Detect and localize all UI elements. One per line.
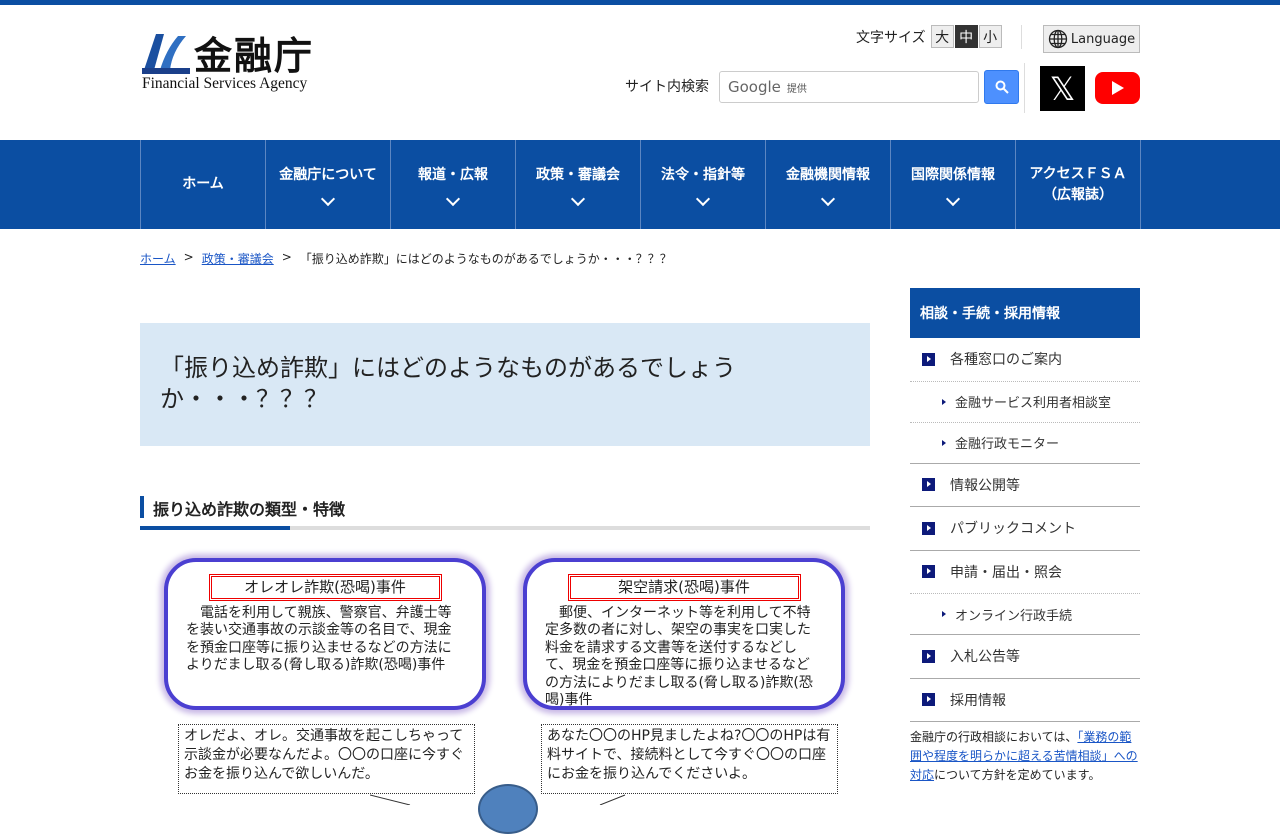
arrow-icon bbox=[922, 521, 935, 535]
card-title: オレオレ詐欺(恐喝)事件 bbox=[208, 574, 442, 601]
search-input[interactable]: Google 提供 bbox=[719, 71, 979, 103]
divider bbox=[1021, 25, 1022, 49]
caller-figure-icon bbox=[478, 784, 538, 834]
card-title: 架空請求(恐喝)事件 bbox=[567, 574, 801, 601]
x-twitter-link[interactable]: 𝕏 bbox=[1040, 66, 1085, 111]
sidebar-item[interactable]: 入札公告等 bbox=[910, 635, 1140, 679]
search-button[interactable] bbox=[984, 70, 1019, 104]
page-title: 「振り込め詐欺」にはどのようなものがあるでしょうか・・・？？？ bbox=[140, 323, 870, 446]
font-size-large-button[interactable]: 大 bbox=[930, 25, 954, 48]
fraud-type-card: 架空請求(恐喝)事件 郵便、インターネット等を利用して不特定多数の者に対し、架空… bbox=[523, 558, 845, 710]
sidebar-subitem[interactable]: 金融サービス利用者相談室 bbox=[910, 382, 1140, 423]
arrow-icon bbox=[922, 478, 935, 492]
chevron-down-icon bbox=[695, 191, 711, 207]
card-body: 電話を利用して親族、警察官、弁護士等を装い交通事故の示談金等の名目で、現金を預金… bbox=[186, 604, 452, 674]
font-size-control: 文字サイズ 大 中 小 bbox=[856, 25, 1003, 48]
font-size-label: 文字サイズ bbox=[856, 29, 926, 46]
chevron-down-icon bbox=[320, 191, 336, 207]
card-body: 郵便、インターネット等を利用して不特定多数の者に対し、架空の事実を口実した料金を… bbox=[545, 604, 813, 709]
sidebar-note: 金融庁の行政相談においては、「業務の範囲や程度を明らかに超える苦情相談」への対応… bbox=[910, 730, 1138, 783]
language-button[interactable]: Language bbox=[1043, 25, 1140, 53]
sidebar-item[interactable]: 情報公開等 bbox=[910, 464, 1140, 507]
sidebar-item[interactable]: パブリックコメント bbox=[910, 507, 1140, 551]
divider bbox=[1024, 63, 1025, 113]
sidebar-subitem[interactable]: オンライン行政手続 bbox=[910, 594, 1140, 635]
speech-bubble: オレだよ、オレ。交通事故を起こしちゃって示談金が必要なんだよ。〇〇の口座に今すぐ… bbox=[178, 724, 475, 794]
arrow-icon bbox=[922, 693, 935, 707]
font-size-small-button[interactable]: 小 bbox=[978, 25, 1002, 48]
global-nav: ホーム 金融庁について 報道・広報 政策・審議会 法令・指針等 金融機関情報 国… bbox=[0, 140, 1280, 229]
sidebar-heading: 相談・手続・採用情報 bbox=[910, 288, 1140, 338]
arrow-icon bbox=[922, 352, 935, 366]
speech-bubble: あなた〇〇のHP見ましたよね?〇〇のHPは有料サイトで、接続料として今すぐ〇〇の… bbox=[541, 724, 838, 794]
section-heading: 振り込め詐欺の類型・特徴 bbox=[140, 496, 345, 519]
breadcrumb: ホーム > 政策・審議会 > 「振り込め詐欺」にはどのようなものがあるでしょうか・・… bbox=[140, 250, 672, 267]
sidebar-item[interactable]: 各種窓口のご案内 bbox=[910, 338, 1140, 382]
logo-mark-icon bbox=[142, 34, 190, 74]
chevron-down-icon bbox=[570, 191, 586, 207]
breadcrumb-policy[interactable]: 政策・審議会 bbox=[202, 250, 274, 267]
nav-home[interactable]: ホーム bbox=[141, 140, 266, 229]
youtube-play-icon bbox=[1111, 81, 1124, 95]
heading-underline bbox=[140, 526, 870, 530]
nav-institutions[interactable]: 金融機関情報 bbox=[766, 140, 891, 229]
nav-access-fsa[interactable]: アクセスＦＳＡ （広報誌） bbox=[1016, 140, 1141, 229]
globe-icon bbox=[1048, 29, 1068, 49]
fraud-type-card: オレオレ詐欺(恐喝)事件 電話を利用して親族、警察官、弁護士等を装い交通事故の示… bbox=[164, 558, 486, 710]
chevron-down-icon bbox=[945, 191, 961, 207]
arrow-icon bbox=[922, 565, 935, 579]
nav-international[interactable]: 国際関係情報 bbox=[891, 140, 1016, 229]
chevron-down-icon bbox=[445, 191, 461, 207]
triangle-icon bbox=[942, 398, 946, 405]
sidebar-item[interactable]: 採用情報 bbox=[910, 679, 1140, 722]
x-logo-icon: 𝕏 bbox=[1049, 69, 1076, 108]
font-size-medium-button[interactable]: 中 bbox=[954, 25, 978, 48]
sidebar-subitem[interactable]: 金融行政モニター bbox=[910, 423, 1140, 464]
triangle-icon bbox=[942, 439, 946, 446]
nav-policy[interactable]: 政策・審議会 bbox=[516, 140, 641, 229]
nav-about[interactable]: 金融庁について bbox=[266, 140, 391, 229]
chevron-down-icon bbox=[820, 191, 836, 207]
search-icon bbox=[995, 80, 1009, 94]
arrow-icon bbox=[922, 649, 935, 663]
nav-press[interactable]: 報道・広報 bbox=[391, 140, 516, 229]
nav-laws[interactable]: 法令・指針等 bbox=[641, 140, 766, 229]
breadcrumb-home[interactable]: ホーム bbox=[140, 250, 176, 267]
site-search-label: サイト内検索 bbox=[625, 79, 709, 95]
triangle-icon bbox=[942, 611, 946, 617]
fsa-logo[interactable]: 金融庁 Financial Services Agency bbox=[142, 27, 337, 97]
breadcrumb-current: 「振り込め詐欺」にはどのようなものがあるでしょうか・・・？？？ bbox=[299, 252, 672, 266]
youtube-link[interactable] bbox=[1095, 72, 1140, 104]
sidebar-item[interactable]: 申請・届出・照会 bbox=[910, 551, 1140, 594]
sidebar: 相談・手続・採用情報 各種窓口のご案内 金融サービス利用者相談室 金融行政モニタ… bbox=[910, 288, 1140, 786]
